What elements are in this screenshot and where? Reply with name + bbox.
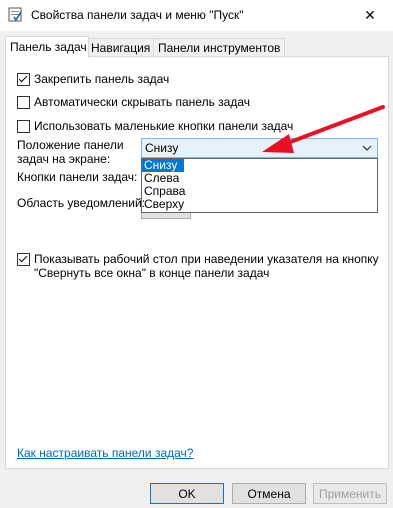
close-icon: ✕ xyxy=(364,7,376,23)
buttons-label: Кнопки панели задач: xyxy=(17,170,138,184)
lock-taskbar-option[interactable]: Закрепить панель задач xyxy=(17,72,169,86)
position-label: Положение панели задач на экране: xyxy=(17,138,124,166)
show-desktop-checkbox[interactable] xyxy=(17,253,30,266)
autohide-checkbox[interactable] xyxy=(17,96,30,109)
apply-button[interactable]: Применить xyxy=(313,483,387,504)
tab-panel: Закрепить панель задач Автоматически скр… xyxy=(5,56,389,469)
position-select-value: Снизу xyxy=(145,141,179,155)
position-select[interactable]: Снизу xyxy=(141,138,378,158)
lock-taskbar-checkbox[interactable] xyxy=(17,73,30,86)
title-bar: Свойства панели задач и меню "Пуск" ✕ xyxy=(0,0,393,31)
autohide-label: Автоматически скрывать панель задач xyxy=(34,95,251,109)
close-button[interactable]: ✕ xyxy=(347,0,393,31)
tab-toolbars[interactable]: Панели инструментов xyxy=(153,38,285,57)
show-desktop-label: Показывать рабочий стол при наведении ук… xyxy=(34,252,379,280)
small-buttons-label: Использовать маленькие кнопки панели зад… xyxy=(34,119,294,133)
show-desktop-option[interactable]: Показывать рабочий стол при наведении ук… xyxy=(17,252,379,280)
position-option-top[interactable]: Сверху xyxy=(142,198,377,211)
position-dropdown-list: Снизу Слева Справа Сверху xyxy=(141,158,378,213)
window-title: Свойства панели задач и меню "Пуск" xyxy=(31,8,244,22)
taskbar-properties-icon xyxy=(8,7,22,22)
cancel-button[interactable]: Отмена xyxy=(232,483,306,504)
customize-button-partial[interactable] xyxy=(141,213,191,219)
lock-taskbar-label: Закрепить панель задач xyxy=(34,72,170,86)
small-buttons-checkbox[interactable] xyxy=(17,120,30,133)
ok-button[interactable]: OK xyxy=(150,483,224,504)
autohide-option[interactable]: Автоматически скрывать панель задач xyxy=(17,95,250,109)
chevron-down-icon xyxy=(362,145,372,151)
small-buttons-option[interactable]: Использовать маленькие кнопки панели зад… xyxy=(17,119,293,133)
help-link[interactable]: Как настраивать панели задач? xyxy=(17,446,193,460)
tab-navigation[interactable]: Навигация xyxy=(86,38,160,57)
notify-label: Область уведомлений: xyxy=(17,196,146,210)
tab-taskbar[interactable]: Панель задач xyxy=(5,36,89,58)
